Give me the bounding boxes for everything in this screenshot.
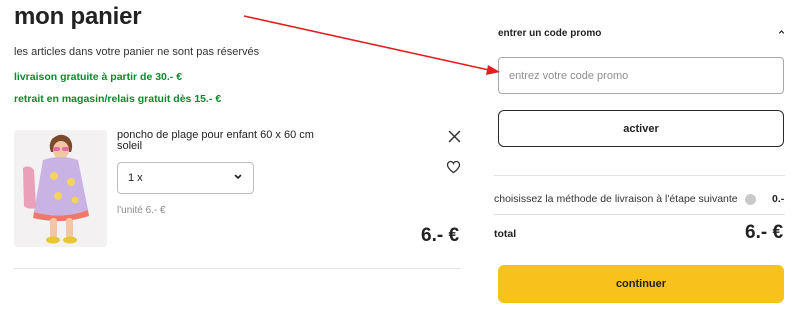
free-delivery-notice: livraison gratuite à partir de 30.- €: [14, 71, 183, 83]
quantity-value: 1 x: [128, 172, 143, 184]
promo-code-heading[interactable]: entrer un code promo: [498, 28, 601, 39]
chevron-up-icon[interactable]: [778, 29, 785, 35]
total-divider: [494, 214, 785, 215]
item-total-price: 6.- €: [421, 225, 460, 246]
shipping-value: 0.-: [772, 193, 785, 205]
product-image[interactable]: [14, 130, 107, 247]
activate-promo-button[interactable]: activer: [498, 110, 784, 147]
total-value: 6.- €: [745, 222, 784, 243]
continue-button[interactable]: continuer: [498, 265, 784, 303]
shipping-label: choisissez la méthode de livraison à l'é…: [494, 193, 738, 205]
item-divider: [14, 268, 460, 269]
info-icon[interactable]: [745, 194, 756, 205]
product-illustration: [14, 130, 107, 247]
summary-divider: [494, 175, 785, 176]
heart-icon[interactable]: [446, 160, 461, 174]
promo-code-input[interactable]: [498, 57, 784, 94]
quantity-select[interactable]: 1 x: [117, 162, 254, 194]
free-pickup-notice: retrait en magasin/relais gratuit dès 15…: [14, 93, 222, 105]
page-title: mon panier: [14, 3, 142, 30]
cart-notice: les articles dans votre panier ne sont p…: [14, 46, 260, 58]
unit-price: l'unité 6.- €: [117, 205, 166, 216]
total-label: total: [494, 228, 517, 240]
product-name[interactable]: poncho de plage pour enfant 60 x 60 cm s…: [117, 130, 337, 152]
chevron-down-icon: [234, 174, 242, 179]
close-icon[interactable]: [448, 130, 461, 143]
